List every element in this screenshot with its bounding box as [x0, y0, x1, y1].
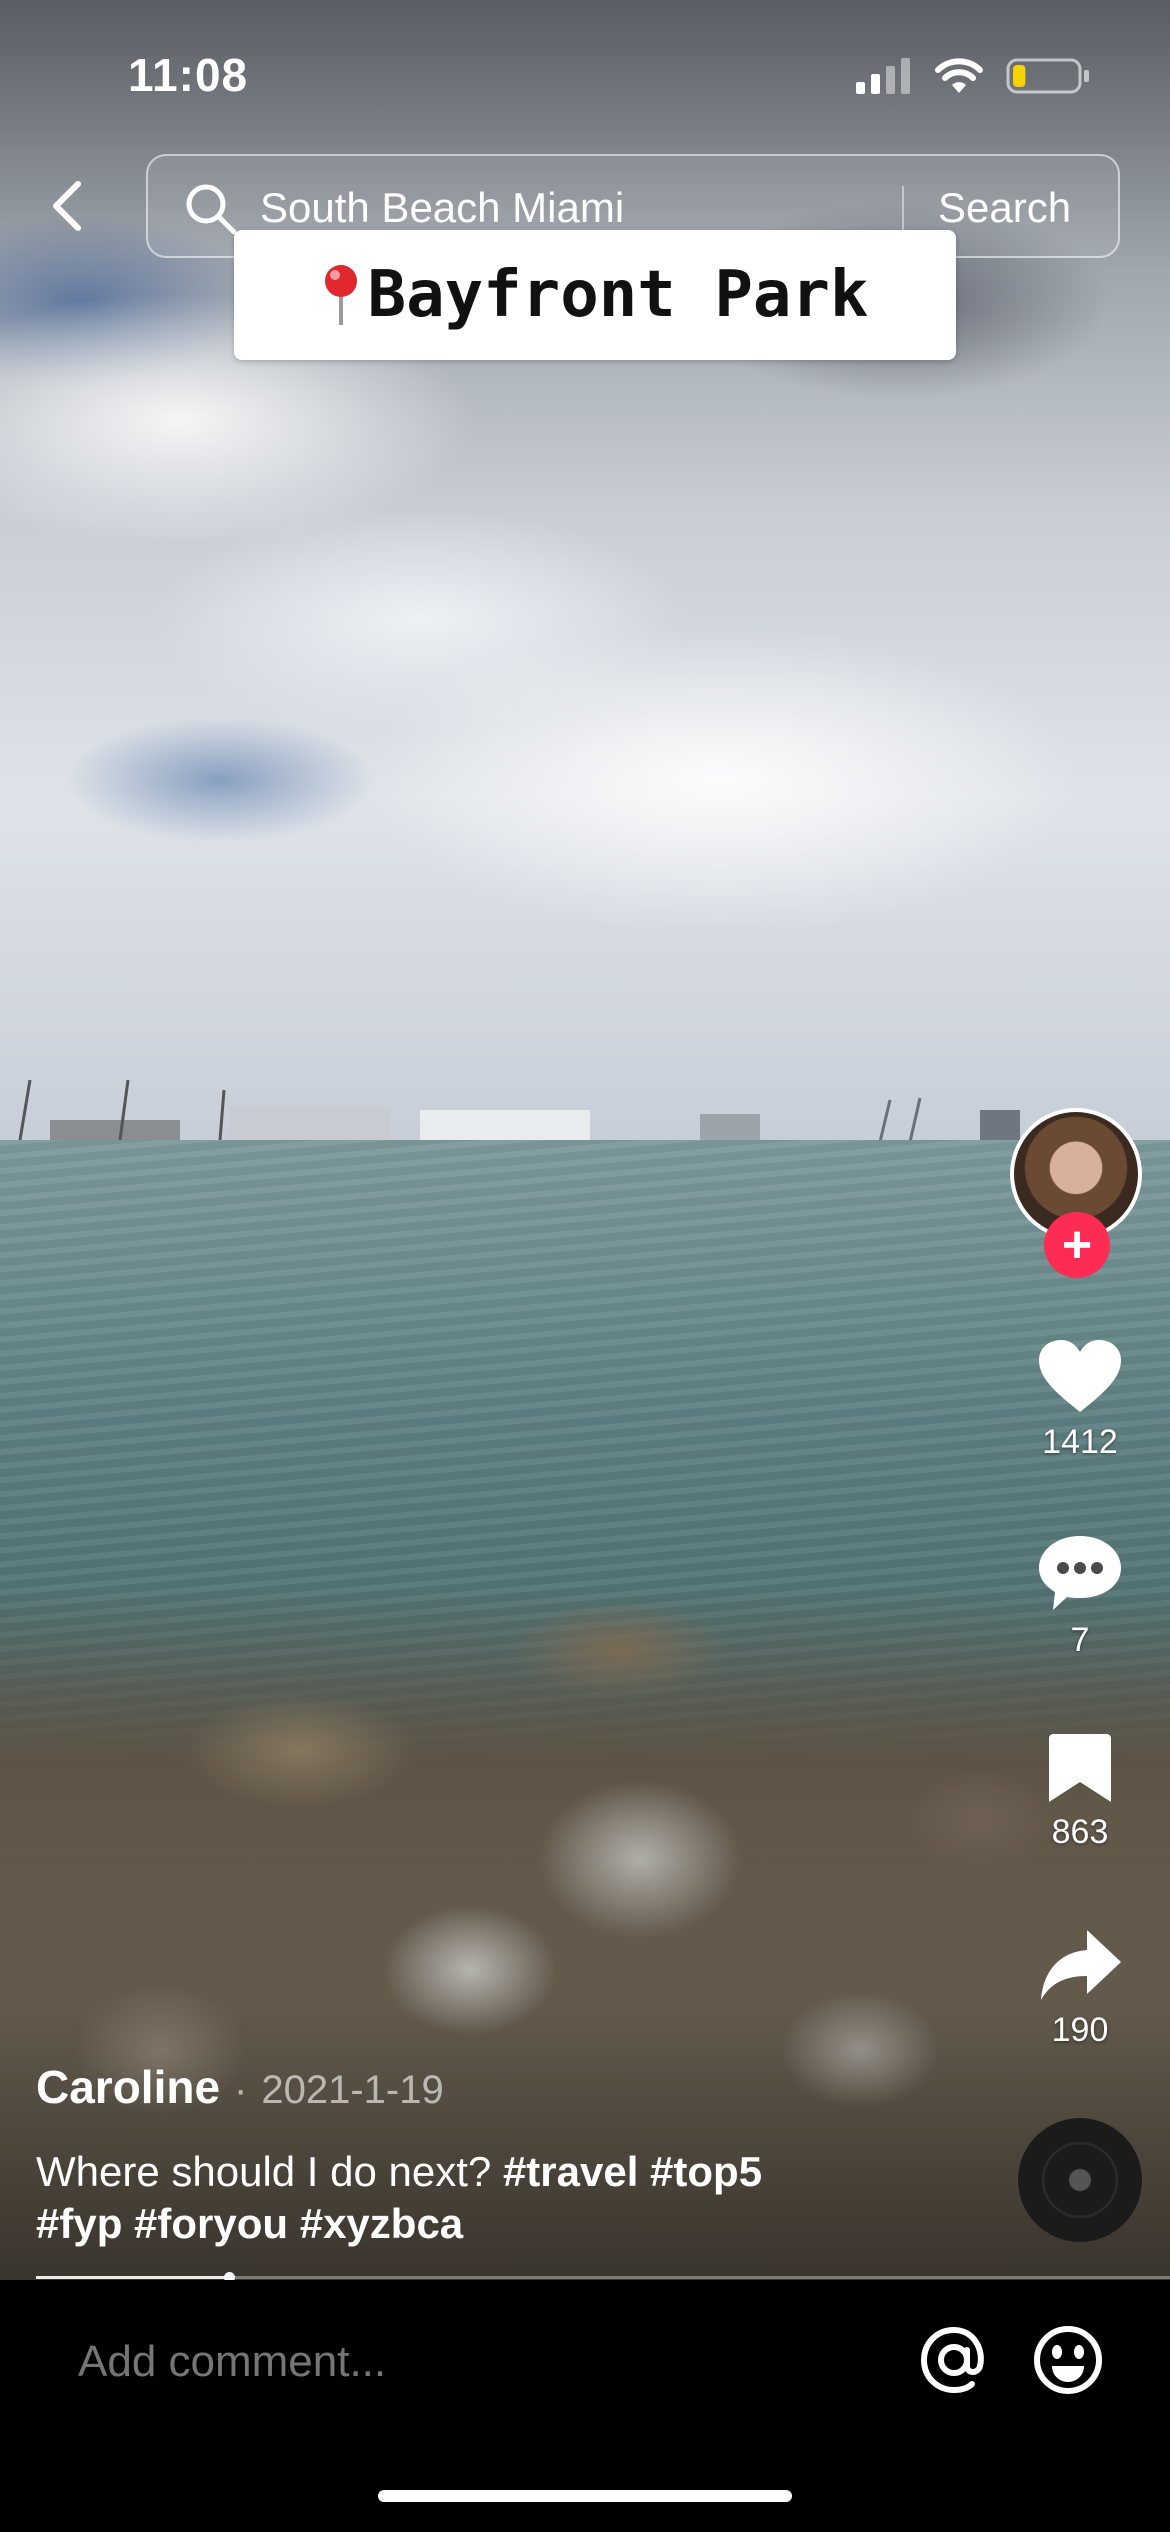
search-icon [186, 184, 237, 235]
hashtags-line-1[interactable]: #travel #top5 [503, 2148, 762, 2195]
caption-text: Where should I do next? [36, 2148, 492, 2195]
like-count: 1412 [1042, 1423, 1118, 1461]
follow-button[interactable]: + [1044, 1212, 1110, 1278]
location-tag[interactable]: Bayfront Park [234, 230, 956, 360]
search-divider [902, 186, 904, 230]
search-button[interactable]: Search [938, 184, 1071, 232]
heart-icon [1039, 1340, 1121, 1412]
music-disc-icon[interactable] [1018, 2118, 1142, 2242]
emoji-icon[interactable] [1030, 2322, 1106, 2398]
save-action[interactable]: 863 [1020, 1730, 1140, 1852]
video-progress-fill [36, 2276, 229, 2279]
video-progress-bar[interactable] [36, 2272, 1170, 2283]
post-caption: Where should I do next? #travel #top5 #f… [36, 2146, 916, 2250]
bookmark-icon [1049, 1734, 1111, 1802]
post-date: 2021-1-19 [261, 2068, 444, 2112]
comment-input[interactable] [76, 2336, 880, 2388]
share-action[interactable]: 190 [1020, 1926, 1140, 2050]
cellular-signal-icon [856, 58, 910, 94]
home-indicator [378, 2490, 792, 2502]
author-name[interactable]: Caroline [36, 2060, 220, 2114]
status-icons [856, 56, 1090, 96]
comment-count: 7 [1070, 1621, 1090, 1659]
back-button[interactable] [40, 168, 96, 244]
chevron-left-icon [53, 181, 81, 231]
search-query[interactable]: South Beach Miami [260, 184, 624, 232]
status-time: 11:08 [128, 49, 249, 101]
comment-bubble-icon [1039, 1536, 1121, 1610]
video-screen[interactable]: 11:08 South Beach Miami Search Bayfront … [0, 0, 1170, 2532]
date-separator: · [234, 2068, 248, 2112]
author-row: Caroline · 2021-1-19 [36, 2060, 444, 2114]
hashtags-line-2[interactable]: #fyp #foryou #xyzbca [36, 2200, 463, 2247]
save-count: 863 [1051, 1813, 1109, 1851]
like-action[interactable]: 1412 [1020, 1336, 1140, 1462]
share-arrow-icon [1041, 1930, 1121, 2000]
location-name: Bayfront Park [367, 258, 869, 332]
share-count: 190 [1051, 2011, 1109, 2049]
wifi-icon [935, 58, 983, 93]
pin-icon [324, 265, 357, 325]
mention-at-icon[interactable] [916, 2322, 992, 2398]
comment-action[interactable]: 7 [1020, 1532, 1140, 1660]
battery-icon [1006, 58, 1089, 94]
